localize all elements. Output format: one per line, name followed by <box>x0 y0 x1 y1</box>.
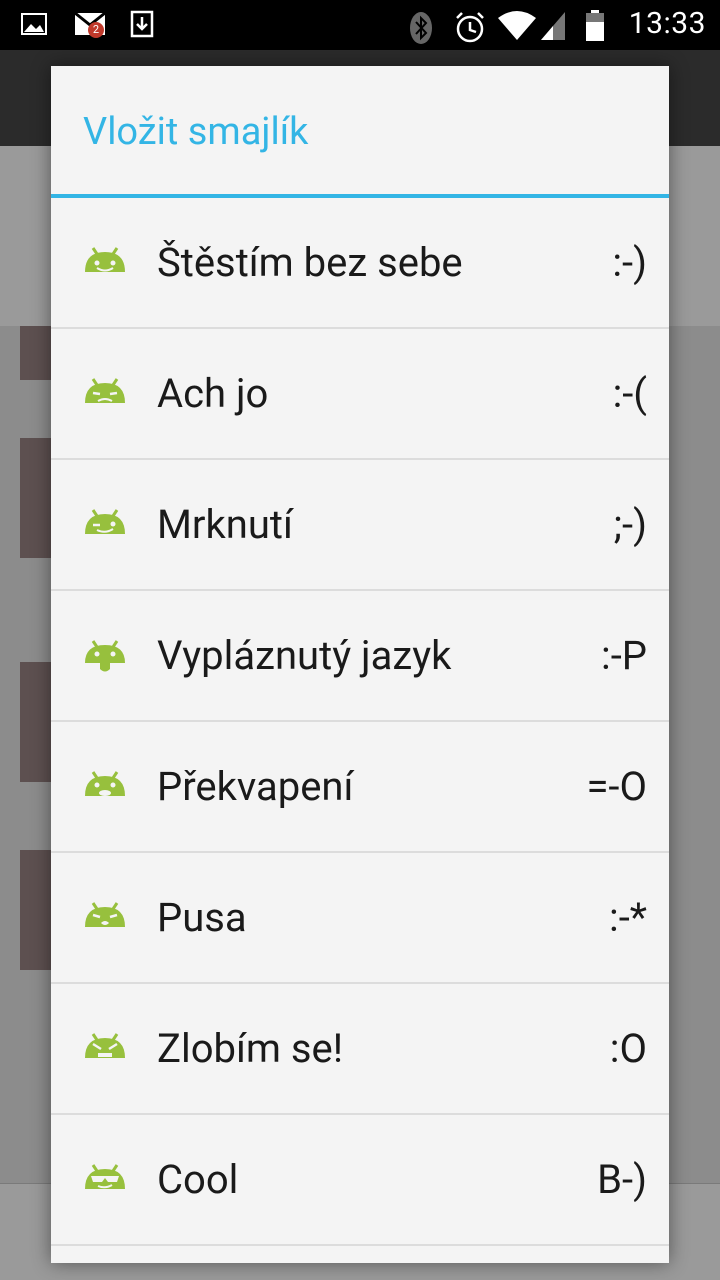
smiley-code: :-P <box>601 632 647 679</box>
smiley-code: :O <box>609 1025 647 1072</box>
angry-android-icon <box>83 1028 127 1068</box>
smiley-label: Ach jo <box>157 370 269 417</box>
surprised-android-icon <box>83 766 127 806</box>
smiley-item-kiss[interactable]: Pusa :-* <box>51 853 669 984</box>
smiley-item-sad[interactable]: Ach jo :-( <box>51 329 669 460</box>
alarm-icon <box>453 10 484 42</box>
smiley-label: Štěstím bez sebe <box>157 239 463 286</box>
smiley-item-wink[interactable]: Mrknutí ;-) <box>51 460 669 591</box>
smiley-code: :-( <box>612 370 647 417</box>
battery-icon <box>585 9 613 41</box>
wink-android-icon <box>83 504 127 544</box>
gmail-badge: 2 <box>92 23 100 36</box>
smiley-label: Vypláznutý jazyk <box>157 632 452 679</box>
smiley-code: :-) <box>612 239 647 286</box>
smiley-item-angry[interactable]: Zlobím se! :O <box>51 984 669 1115</box>
smiley-item-happy[interactable]: Štěstím bez sebe :-) <box>51 198 669 329</box>
tongue-android-icon <box>83 635 127 675</box>
smiley-code: ;-) <box>613 501 647 548</box>
insert-smiley-dialog: Vložit smajlík Štěstím bez sebe :-) Ach … <box>51 66 669 1263</box>
smiley-code: :-* <box>609 894 647 941</box>
smiley-item-tongue[interactable]: Vypláznutý jazyk :-P <box>51 591 669 722</box>
smiley-item-cool[interactable]: Cool B-) <box>51 1115 669 1246</box>
smiley-code: =-O <box>586 763 647 810</box>
happy-android-icon <box>83 242 127 282</box>
signal-icon <box>540 10 569 40</box>
download-icon <box>128 10 156 38</box>
bluetooth-icon <box>409 10 437 44</box>
sad-android-icon <box>83 373 127 413</box>
smiley-label: Cool <box>157 1156 239 1203</box>
clock: 13:33 <box>628 6 706 41</box>
smiley-code: B-) <box>597 1156 647 1203</box>
gmail-icon: 2 <box>74 10 106 38</box>
cool-android-icon <box>83 1159 127 1199</box>
smiley-label: Mrknutí <box>157 501 293 548</box>
smiley-label: Pusa <box>157 894 247 941</box>
smiley-label: Zlobím se! <box>157 1025 344 1072</box>
dialog-title: Vložit smajlík <box>83 110 309 154</box>
smiley-label: Překvapení <box>157 763 354 810</box>
status-bar: 2 13:33 <box>0 0 720 50</box>
kiss-android-icon <box>83 897 127 937</box>
smiley-item-surprised[interactable]: Překvapení =-O <box>51 722 669 853</box>
wifi-icon <box>497 10 536 40</box>
image-icon <box>20 10 48 38</box>
